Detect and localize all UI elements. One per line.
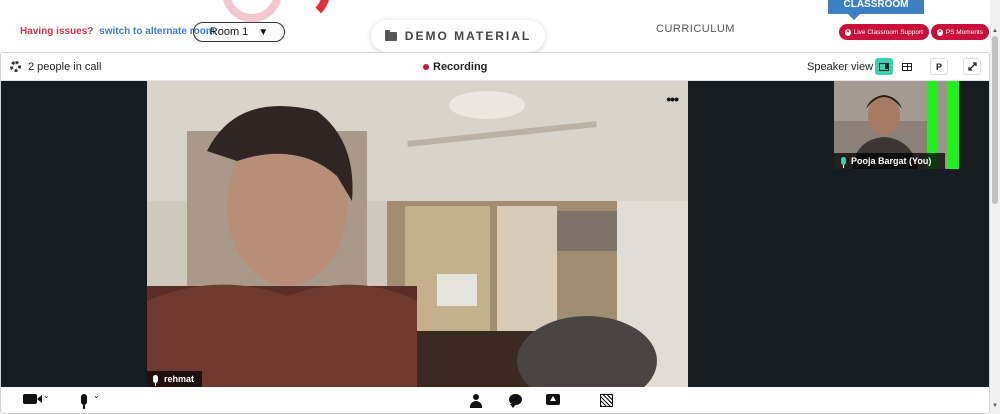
issues-text: Having issues?	[20, 26, 94, 37]
demo-material-label: DEMO MATERIAL	[404, 29, 532, 43]
fullscreen-button[interactable]	[963, 58, 981, 75]
call-controls: ⌄ ⌄	[1, 387, 989, 413]
screen-share-icon	[546, 394, 560, 405]
more-options-icon[interactable]: •••	[666, 91, 679, 107]
grid-layout-icon	[902, 62, 912, 71]
participants-icon	[470, 394, 482, 408]
microphone-icon	[153, 375, 158, 386]
scrollbar-thumb[interactable]	[992, 36, 998, 204]
camera-control[interactable]: ⌄	[23, 391, 50, 404]
main-participant-name: rehmat	[164, 374, 195, 384]
live-classroom-support-button[interactable]: × Live Classroom Support	[839, 24, 929, 40]
close-icon: ×	[937, 28, 943, 36]
chat-button[interactable]	[509, 394, 522, 408]
microphone-icon[interactable]	[81, 394, 87, 409]
camera-icon[interactable]	[23, 394, 42, 404]
close-icon: ×	[845, 28, 851, 36]
fullscreen-icon	[967, 62, 977, 71]
call-header: 2 people in call Recording Speaker view …	[1, 53, 989, 81]
main-participant-tag: rehmat	[147, 371, 203, 387]
participant-video	[147, 81, 688, 387]
demo-material-button[interactable]: DEMO MATERIAL	[371, 20, 545, 52]
whiteboard-icon	[600, 394, 613, 407]
recording-label: Recording	[433, 61, 488, 73]
room-select[interactable]: Room 1 ▼	[193, 22, 285, 42]
chevron-down-icon[interactable]: ⌄	[93, 391, 100, 400]
video-stage: ••• rehmat Pooja Bargat (You)	[1, 81, 989, 387]
page-scrollbar[interactable]: ▲ ▼	[990, 0, 1000, 414]
moments-label: PS Moments	[945, 28, 983, 36]
ps-moments-button[interactable]: × PS Moments	[931, 24, 989, 40]
video-call-panel: 2 people in call Recording Speaker view …	[0, 52, 990, 414]
room-select-value: Room 1	[209, 26, 249, 38]
support-label: Live Classroom Support	[853, 28, 923, 36]
issues-notice: Having issues? switch to alternate room	[20, 26, 215, 37]
recording-dot-icon	[423, 64, 429, 70]
recording-indicator: Recording	[423, 61, 487, 73]
top-bar: Having issues? switch to alternate room …	[0, 0, 1000, 52]
screen-share-button[interactable]	[546, 394, 560, 405]
folder-icon	[384, 29, 397, 41]
classroom-page: Having issues? switch to alternate room …	[0, 0, 1000, 414]
speaker-view-button[interactable]	[875, 58, 893, 75]
classroom-tab[interactable]: CLASSROOM	[828, 0, 924, 20]
chevron-down-icon[interactable]: ⌄	[43, 391, 50, 400]
curriculum-tab[interactable]: CURRICULUM	[656, 23, 735, 35]
scroll-up-icon[interactable]: ▲	[992, 28, 998, 34]
scroll-down-icon[interactable]: ▼	[992, 403, 998, 409]
microphone-control[interactable]: ⌄	[81, 391, 100, 409]
gear-icon[interactable]	[10, 61, 21, 72]
main-video-tile[interactable]: ••• rehmat	[147, 81, 688, 387]
microphone-icon	[841, 157, 846, 168]
self-participant-name: Pooja Bargat (You)	[851, 156, 932, 166]
self-video-tile[interactable]: Pooja Bargat (You)	[834, 81, 959, 169]
p-button[interactable]: P	[930, 58, 948, 75]
grid-view-button[interactable]	[898, 58, 916, 75]
view-mode-label: Speaker view	[807, 61, 874, 73]
people-count: 2 people in call	[28, 61, 102, 73]
self-participant-tag: Pooja Bargat (You)	[834, 153, 945, 169]
participants-button[interactable]	[470, 394, 482, 408]
chevron-down-icon: ▼	[258, 26, 269, 38]
whiteboard-button[interactable]	[600, 394, 613, 407]
chat-icon	[509, 394, 522, 408]
logo-arc-right	[270, 0, 330, 22]
speaker-layout-icon	[879, 62, 889, 71]
